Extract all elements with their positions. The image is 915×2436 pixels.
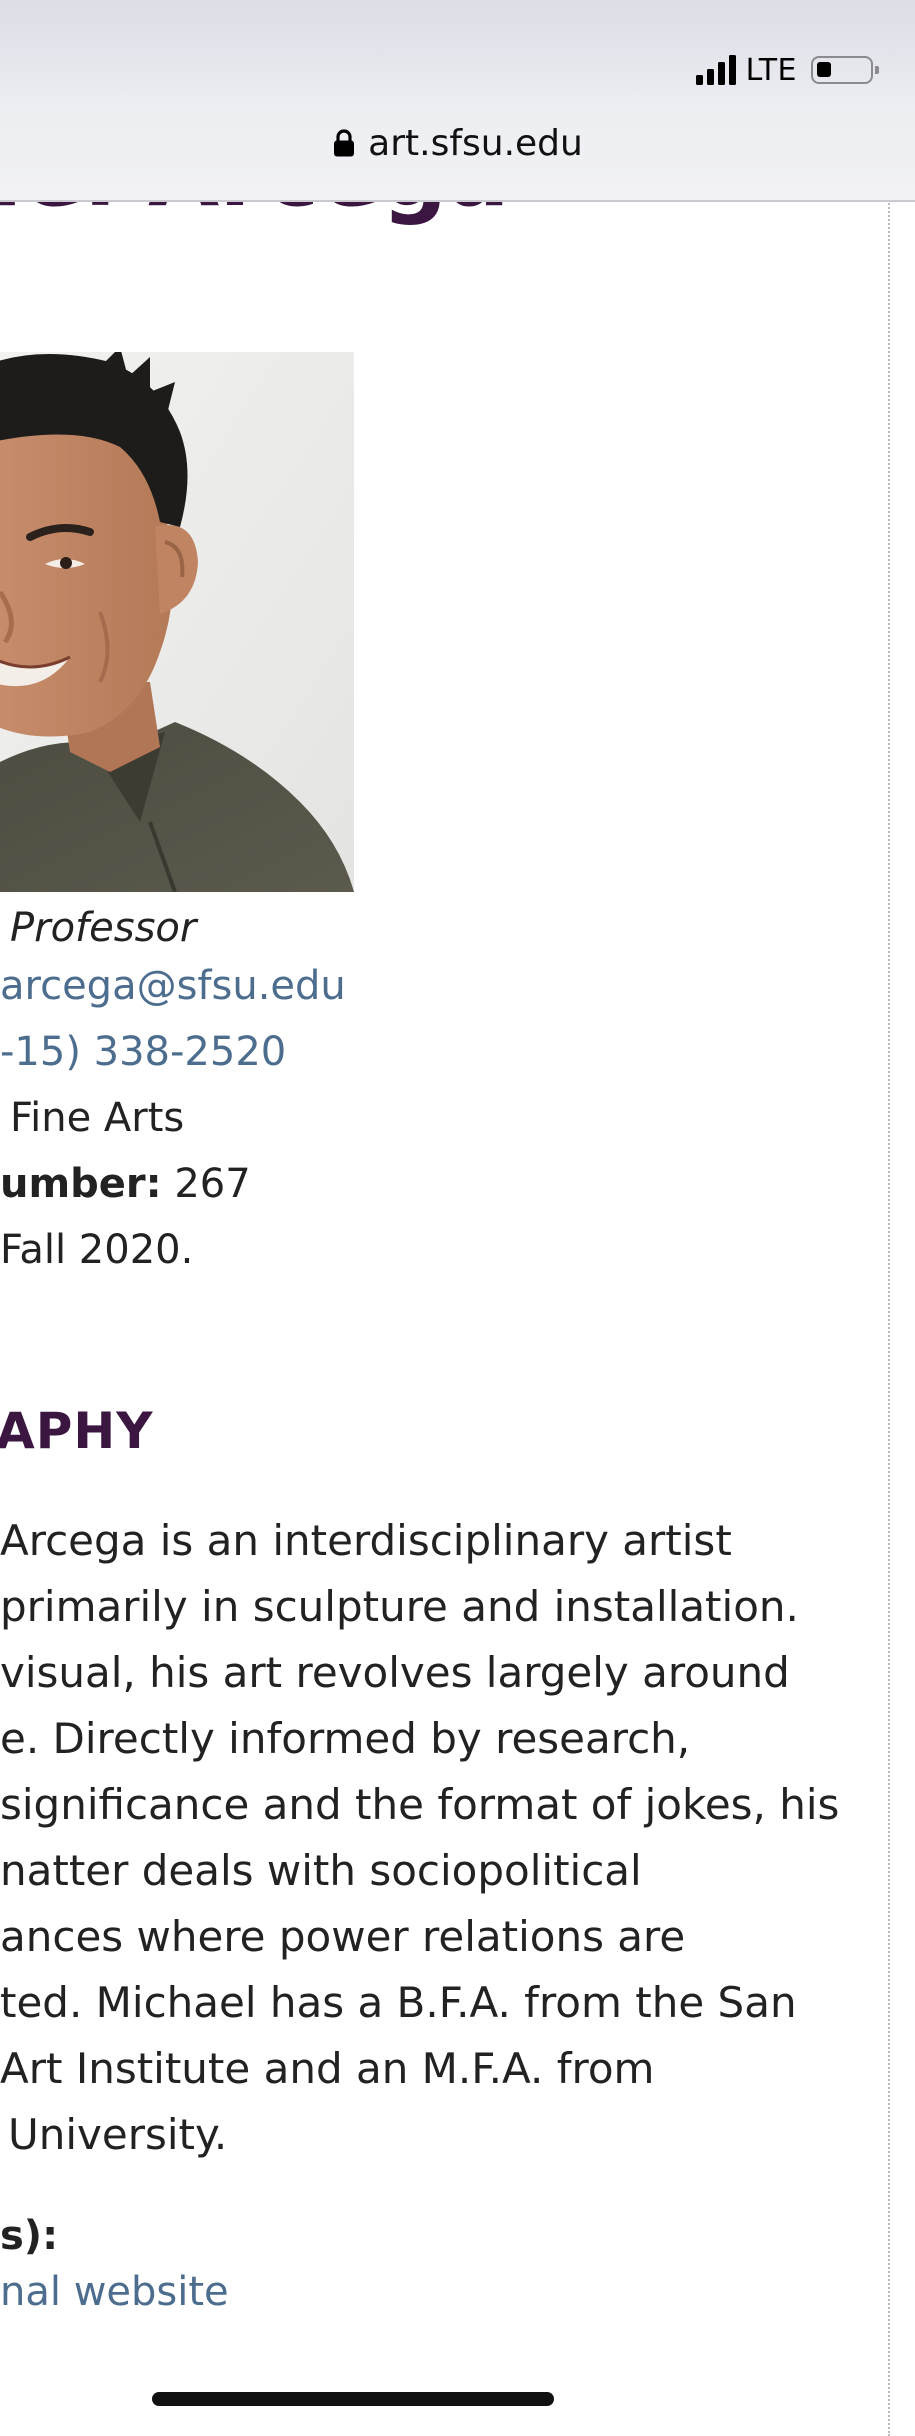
status-indicators: LTE bbox=[695, 50, 879, 90]
bio-line: visual, his art revolves largely around bbox=[0, 1648, 790, 1697]
email-link[interactable]: arcega@sfsu.edu bbox=[0, 966, 346, 1006]
bio-line: Art Institute and an M.F.A. from bbox=[0, 2044, 655, 2093]
bio-line: e. Directly informed by research, bbox=[0, 1714, 691, 1763]
page: LTE art.sfsu.edu ael Arcega bbox=[0, 0, 915, 2436]
network-type-label: LTE bbox=[745, 52, 797, 88]
start-term: Fall 2020. bbox=[0, 1227, 194, 1273]
faculty-title: Professor bbox=[10, 905, 197, 951]
biography-heading: APHY bbox=[0, 1402, 154, 1460]
biography-text: Arcega is an interdisciplinary artist pr… bbox=[0, 1508, 890, 2168]
bio-line: primarily in sculpture and installation. bbox=[0, 1582, 799, 1631]
bio-line: ted. Michael has a B.F.A. from the San bbox=[0, 1978, 797, 2027]
portrait-image bbox=[0, 352, 354, 892]
bio-line: University. bbox=[8, 2110, 228, 2159]
bio-line: ances where power relations are bbox=[0, 1912, 686, 1961]
page-edge-divider bbox=[888, 200, 890, 2436]
phone-link[interactable]: -15) 338-2520 bbox=[0, 1032, 286, 1072]
room-number-label: umber: bbox=[0, 1161, 162, 1207]
lock-icon bbox=[334, 129, 355, 157]
room-number-value: 267 bbox=[174, 1161, 251, 1207]
faculty-photo bbox=[0, 352, 354, 892]
browser-top-bar: LTE art.sfsu.edu bbox=[0, 0, 915, 202]
home-indicator[interactable] bbox=[152, 2392, 554, 2406]
bio-line: Arcega is an interdisciplinary artist bbox=[0, 1516, 732, 1565]
battery-icon bbox=[811, 56, 879, 84]
personal-website-link[interactable]: nal website bbox=[0, 2272, 229, 2312]
address-bar[interactable]: art.sfsu.edu bbox=[0, 118, 915, 168]
room-number: umber: 267 bbox=[0, 1164, 251, 1204]
links-label: s): bbox=[0, 2213, 59, 2259]
bio-line: significance and the format of jokes, hi… bbox=[0, 1780, 840, 1829]
signal-strength-icon bbox=[695, 55, 736, 85]
url-text[interactable]: art.sfsu.edu bbox=[368, 123, 583, 164]
bio-line: natter deals with sociopolitical bbox=[0, 1846, 642, 1895]
department: Fine Arts bbox=[10, 1095, 185, 1141]
